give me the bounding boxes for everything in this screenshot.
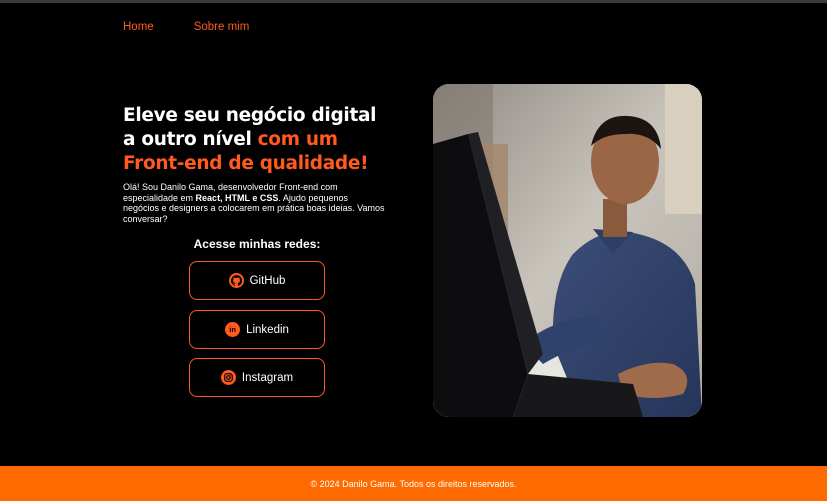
linkedin-button[interactable]: in Linkedin [189,310,325,349]
headline-main: Eleve seu negócio digital a outro nível [123,105,377,150]
linkedin-icon: in [225,322,241,337]
profile-photo [433,84,702,417]
instagram-icon [220,370,236,385]
github-icon [228,273,244,288]
intro-skills: React, HTML e CSS [195,192,279,203]
instagram-button[interactable]: Instagram [189,358,325,397]
github-button[interactable]: GitHub [189,261,325,300]
footer: © 2024 Danilo Gama. Todos os direitos re… [0,466,827,501]
instagram-label: Instagram [241,371,294,384]
linkedin-label: Linkedin [246,323,289,336]
main-nav: Home Sobre mim [123,21,249,33]
hero-headline: Eleve seu negócio digital a outro nível … [123,104,393,176]
nav-home-link[interactable]: Home [123,21,154,33]
nav-about-link[interactable]: Sobre mim [194,21,250,33]
social-title: Acesse minhas redes: [193,237,321,251]
top-border [0,0,827,3]
footer-copyright: © 2024 Danilo Gama. Todos os direitos re… [310,478,517,489]
hero-intro: Olá! Sou Danilo Gama, desenvolvedor Fron… [123,182,385,224]
github-label: GitHub [249,274,286,287]
